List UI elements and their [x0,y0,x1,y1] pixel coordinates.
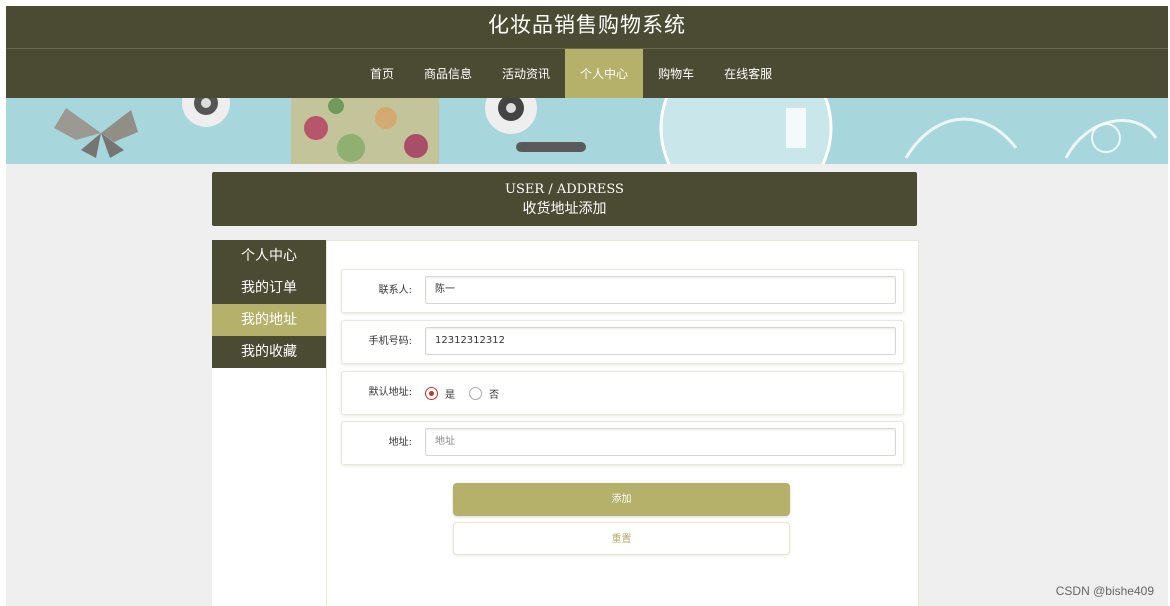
address-row: 地址: [341,421,904,465]
radio-no[interactable]: 否 [469,386,499,401]
contact-row: 联系人: [341,269,904,313]
sidebar-item-favorites[interactable]: 我的收藏 [212,336,326,368]
nav-item-products[interactable]: 商品信息 [409,49,487,99]
page-title-en: USER / ADDRESS [505,182,624,197]
sidebar-item-orders[interactable]: 我的订单 [212,272,326,304]
nav-item-support[interactable]: 在线客服 [709,49,787,99]
site-title: 化妆品销售购物系统 [6,6,1168,48]
sidebar-item-user-center[interactable]: 个人中心 [212,240,326,272]
address-form-panel: 联系人: 手机号码: 默认地址: 是 否 地址: 添 [326,240,919,606]
radio-unchecked-icon[interactable] [469,386,482,400]
default-address-row: 默认地址: 是 否 [341,371,904,415]
nav-item-cart[interactable]: 购物车 [643,49,709,99]
default-address-label: 默认地址: [368,387,412,398]
reset-button[interactable]: 重置 [453,522,790,555]
banner-image [6,98,1168,164]
sidebar-item-addresses[interactable]: 我的地址 [212,304,326,336]
phone-input[interactable] [425,327,896,355]
phone-label: 手机号码: [368,336,412,347]
nav-item-home[interactable]: 首页 [355,49,409,99]
contact-input[interactable] [425,276,896,304]
address-input[interactable] [425,428,896,456]
add-button[interactable]: 添加 [453,483,790,516]
nav-item-news[interactable]: 活动资讯 [487,49,565,99]
nav-list: 首页 商品信息 活动资讯 个人中心 购物车 在线客服 [355,49,787,99]
radio-checked-icon[interactable] [425,386,438,400]
sidebar-menu: 个人中心 我的订单 我的地址 我的收藏 [212,240,326,368]
page-header: USER / ADDRESS 收货地址添加 [212,172,917,226]
phone-row: 手机号码: [341,320,904,364]
radio-no-label: 否 [489,389,499,401]
app-frame: 化妆品销售购物系统 首页 商品信息 活动资讯 个人中心 购物车 在线客服 USE… [6,6,1168,606]
radio-yes-label: 是 [445,389,455,401]
watermark-text: CSDN @bishe409 [1055,584,1154,598]
address-label: 地址: [388,437,412,448]
nav-item-user-center[interactable]: 个人中心 [565,49,644,99]
banner-illustration [6,98,1168,164]
sidebar: 个人中心 我的订单 我的地址 我的收藏 [212,240,326,606]
main-nav: 首页 商品信息 活动资讯 个人中心 购物车 在线客服 [6,48,1168,99]
default-address-radio-group: 是 否 [425,372,513,414]
contact-label: 联系人: [378,285,412,296]
radio-yes[interactable]: 是 [425,386,455,401]
page-title-cn: 收货地址添加 [522,201,607,217]
